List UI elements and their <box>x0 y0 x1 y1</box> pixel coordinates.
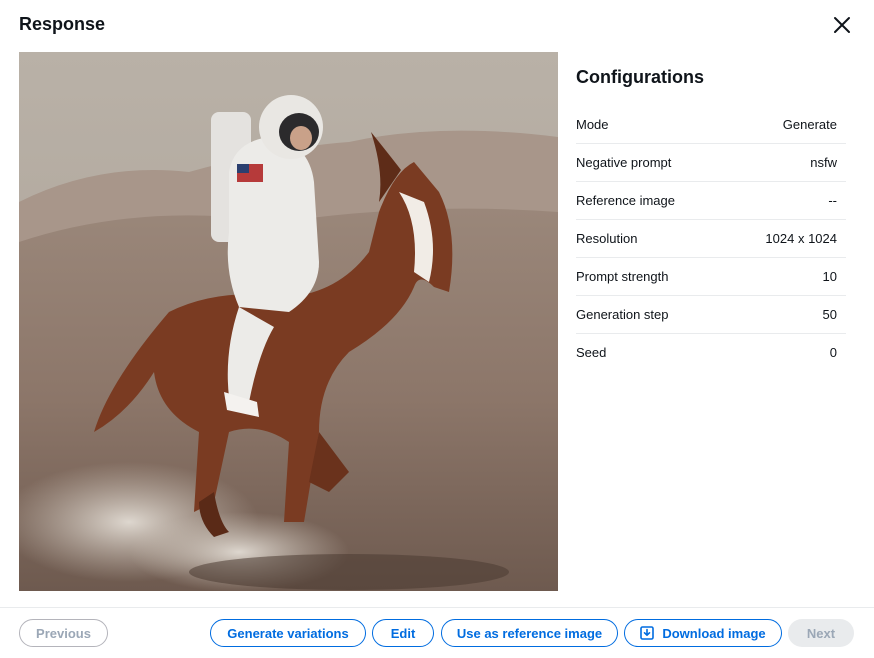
config-label: Seed <box>576 345 607 360</box>
config-value: 0 <box>829 345 837 360</box>
config-row-prompt-strength: Prompt strength 10 <box>576 258 846 296</box>
config-label: Resolution <box>576 231 638 246</box>
config-value: 10 <box>822 269 837 284</box>
footer-divider <box>0 607 874 608</box>
configurations-list: Mode Generate Negative prompt nsfw Refer… <box>576 106 846 371</box>
config-row-mode: Mode Generate <box>576 106 846 144</box>
download-image-button[interactable]: Download image <box>624 619 782 647</box>
download-icon <box>640 626 655 640</box>
next-button[interactable]: Next <box>788 619 854 647</box>
response-modal: Response Configurations Mode Generate Ne… <box>0 0 874 658</box>
use-as-reference-button[interactable]: Use as reference image <box>441 619 618 647</box>
config-row-negative-prompt: Negative prompt nsfw <box>576 144 846 182</box>
config-value: nsfw <box>810 155 837 170</box>
config-value: Generate <box>782 117 837 132</box>
config-label: Generation step <box>576 307 669 322</box>
close-button[interactable] <box>828 12 856 38</box>
config-row-resolution: Resolution 1024 x 1024 <box>576 220 846 258</box>
config-row-reference-image: Reference image -- <box>576 182 846 220</box>
configurations-title: Configurations <box>576 67 704 87</box>
configurations-panel: Configurations Mode Generate Negative pr… <box>576 62 846 371</box>
config-value: 50 <box>822 307 837 322</box>
config-label: Negative prompt <box>576 155 672 170</box>
config-row-generation-step: Generation step 50 <box>576 296 846 334</box>
config-label: Mode <box>576 117 609 132</box>
edit-button[interactable]: Edit <box>372 619 434 647</box>
modal-footer: Previous Generate variations Edit Use as… <box>0 619 874 647</box>
modal-title: Response <box>19 14 106 34</box>
modal-header: Response <box>19 12 856 36</box>
config-value: 1024 x 1024 <box>765 231 837 246</box>
config-label: Reference image <box>576 193 675 208</box>
close-icon <box>833 16 851 34</box>
generated-image <box>19 52 558 591</box>
config-value: -- <box>828 193 837 208</box>
config-label: Prompt strength <box>576 269 669 284</box>
download-image-label: Download image <box>662 625 766 641</box>
generate-variations-button[interactable]: Generate variations <box>210 619 366 647</box>
previous-button[interactable]: Previous <box>19 619 108 647</box>
config-row-seed: Seed 0 <box>576 334 846 371</box>
